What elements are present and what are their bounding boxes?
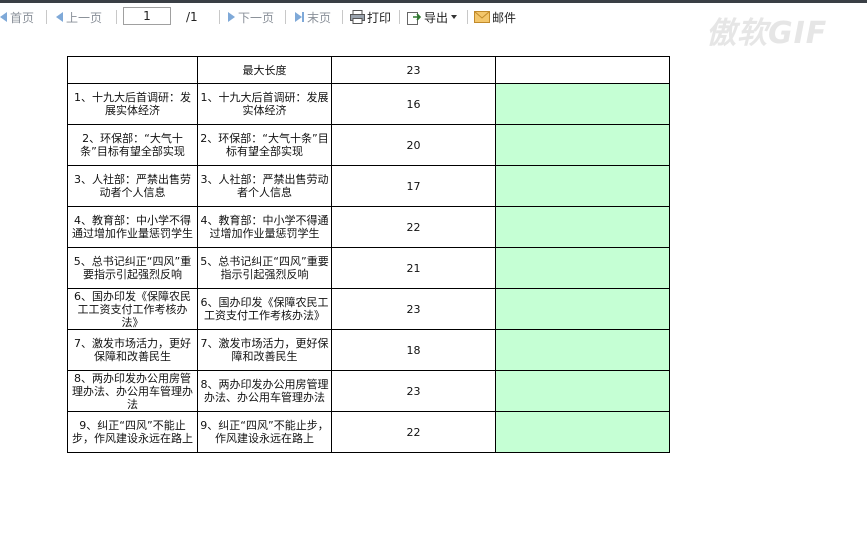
source-title-cell: 3、人社部：严禁出售劳动者个人信息	[67, 165, 198, 207]
first-page-label: 首页	[10, 10, 35, 25]
print-button[interactable]: 打印	[350, 8, 391, 26]
last-page-button[interactable]: 末页	[295, 8, 331, 26]
length-cell: 16	[331, 83, 496, 125]
wrapped-title-cell: 8、两办印发办公用房管理办法、办公用车管理办法	[197, 370, 332, 412]
toolbar-divider	[285, 10, 286, 24]
header-row: 最大长度 23	[67, 56, 670, 84]
highlight-cell	[495, 370, 670, 412]
next-page-icon	[228, 12, 238, 22]
wrapped-title-cell: 9、纠正“四风”不能止步，作风建设永远在路上	[197, 411, 332, 453]
prev-page-label: 上一页	[66, 10, 103, 25]
prev-page-button[interactable]: 上一页	[56, 8, 102, 26]
chevron-down-icon	[451, 15, 458, 19]
page-number-input[interactable]	[123, 7, 171, 25]
first-page-button[interactable]: 首页	[0, 8, 34, 26]
wrapped-title-cell: 6、国办印发《保障农民工工资支付工作考核办法》	[197, 288, 332, 330]
toolbar-divider	[116, 10, 117, 24]
wrapped-title-cell: 7、激发市场活力，更好保障和改善民生	[197, 329, 332, 371]
print-label: 打印	[367, 10, 392, 25]
toolbar-divider	[399, 10, 400, 24]
source-title-cell: 4、教育部：中小学不得通过增加作业量惩罚学生	[67, 206, 198, 248]
max-length-value: 23	[331, 56, 496, 84]
next-page-label: 下一页	[238, 10, 275, 25]
page-total: /1	[186, 8, 198, 26]
length-cell: 23	[331, 370, 496, 412]
toolbar-divider	[467, 10, 468, 24]
length-cell: 22	[331, 411, 496, 453]
toolbar-divider	[219, 10, 220, 24]
export-button[interactable]: 导出	[407, 8, 458, 26]
table-row: 1、十九大后首调研：发展实体经济 1、十九大后首调研：发展实体经济 16	[67, 83, 670, 125]
wrapped-title-cell: 5、总书记纠正“四风”重要指示引起强烈反响	[197, 247, 332, 289]
length-cell: 20	[331, 124, 496, 166]
highlight-cell	[495, 206, 670, 248]
length-cell: 23	[331, 288, 496, 330]
length-cell: 22	[331, 206, 496, 248]
highlight-cell	[495, 329, 670, 371]
page-total-label: /1	[186, 10, 198, 24]
next-page-button[interactable]: 下一页	[228, 8, 274, 26]
wrapped-title-cell: 2、环保部：“大气十条”目标有望全部实现	[197, 124, 332, 166]
mail-icon	[474, 11, 490, 23]
table-row: 8、两办印发办公用房管理办法、办公用车管理办法 8、两办印发办公用房管理办法、办…	[67, 370, 670, 412]
highlight-cell	[495, 83, 670, 125]
export-label: 导出	[424, 10, 449, 25]
source-title-cell: 6、国办印发《保障农民工工资支付工作考核办法》	[67, 288, 198, 330]
toolbar-divider	[342, 10, 343, 24]
wrapped-title-cell: 3、人社部：严禁出售劳动者个人信息	[197, 165, 332, 207]
print-icon	[350, 10, 365, 24]
highlight-cell	[495, 411, 670, 453]
mail-button[interactable]: 邮件	[474, 8, 516, 26]
mail-label: 邮件	[492, 10, 517, 25]
first-page-icon	[0, 12, 10, 22]
toolbar-divider	[46, 10, 47, 24]
source-title-cell: 1、十九大后首调研：发展实体经济	[67, 83, 198, 125]
header-empty-cell	[495, 56, 670, 84]
wrapped-title-cell: 1、十九大后首调研：发展实体经济	[197, 83, 332, 125]
highlight-cell	[495, 124, 670, 166]
highlight-cell	[495, 247, 670, 289]
table-row: 5、总书记纠正“四风”重要指示引起强烈反响 5、总书记纠正“四风”重要指示引起强…	[67, 247, 670, 289]
highlight-cell	[495, 165, 670, 207]
length-cell: 21	[331, 247, 496, 289]
source-title-cell: 2、环保部：“大气十条”目标有望全部实现	[67, 124, 198, 166]
table-row: 7、激发市场活力，更好保障和改善民生 7、激发市场活力，更好保障和改善民生 18	[67, 329, 670, 371]
length-cell: 17	[331, 165, 496, 207]
header-empty-cell	[67, 56, 198, 84]
highlight-cell	[495, 288, 670, 330]
length-cell: 18	[331, 329, 496, 371]
table-row: 4、教育部：中小学不得通过增加作业量惩罚学生 4、教育部：中小学不得通过增加作业…	[67, 206, 670, 248]
watermark-logo: 傲软GIF	[706, 16, 828, 51]
source-title-cell: 7、激发市场活力，更好保障和改善民生	[67, 329, 198, 371]
last-page-icon	[295, 12, 307, 22]
report-table: 最大长度 23 1、十九大后首调研：发展实体经济 1、十九大后首调研：发展实体经…	[67, 56, 670, 453]
table-row: 3、人社部：严禁出售劳动者个人信息 3、人社部：严禁出售劳动者个人信息 17	[67, 165, 670, 207]
source-title-cell: 8、两办印发办公用房管理办法、办公用车管理办法	[67, 370, 198, 412]
table-row: 2、环保部：“大气十条”目标有望全部实现 2、环保部：“大气十条”目标有望全部实…	[67, 124, 670, 166]
max-length-label: 最大长度	[197, 56, 332, 84]
window-top-border	[0, 0, 867, 3]
export-icon	[407, 10, 422, 25]
source-title-cell: 5、总书记纠正“四风”重要指示引起强烈反响	[67, 247, 198, 289]
last-page-label: 末页	[307, 10, 332, 25]
wrapped-title-cell: 4、教育部：中小学不得通过增加作业量惩罚学生	[197, 206, 332, 248]
prev-page-icon	[56, 12, 66, 22]
table-row: 9、纠正“四风”不能止步，作风建设永远在路上 9、纠正“四风”不能止步，作风建设…	[67, 411, 670, 453]
table-row: 6、国办印发《保障农民工工资支付工作考核办法》 6、国办印发《保障农民工工资支付…	[67, 288, 670, 330]
source-title-cell: 9、纠正“四风”不能止步，作风建设永远在路上	[67, 411, 198, 453]
